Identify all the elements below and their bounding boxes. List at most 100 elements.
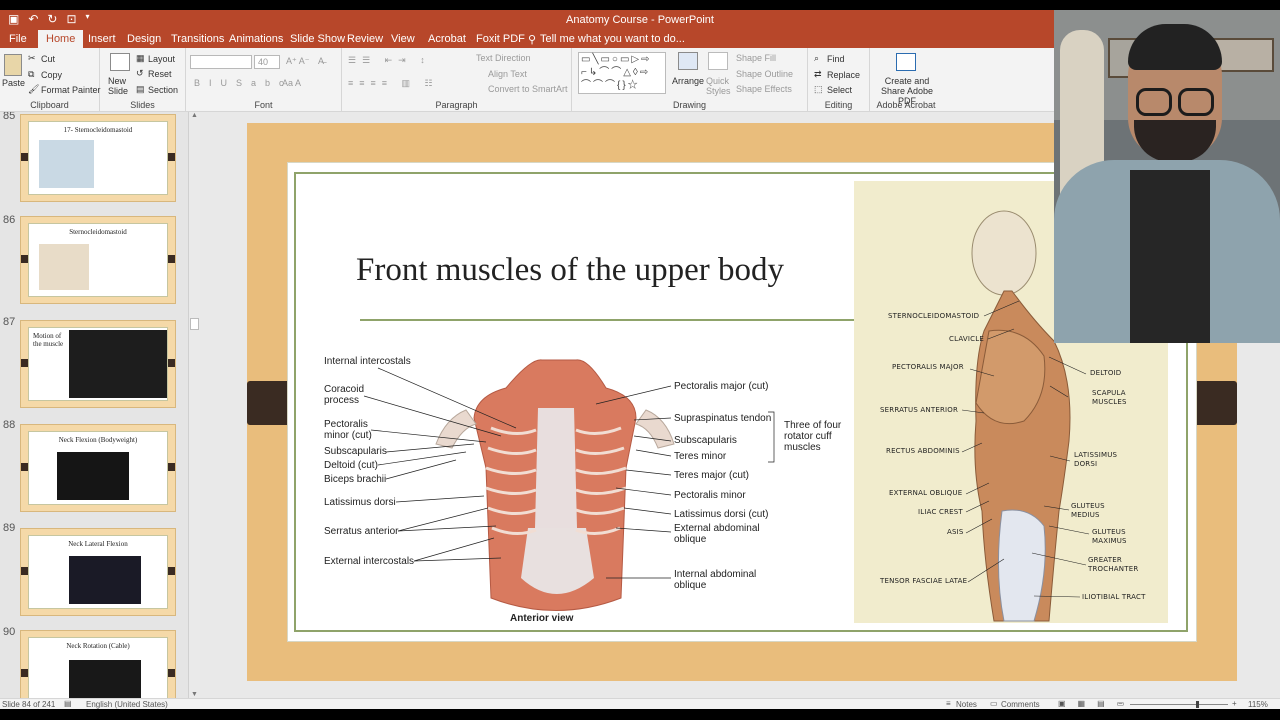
paste-button[interactable]: Paste bbox=[2, 78, 25, 88]
view-buttons-icons[interactable]: ▣▦▤▭ bbox=[1058, 699, 1136, 708]
reset-button[interactable]: Reset bbox=[148, 69, 172, 79]
scroll-up-icon[interactable]: ▲ bbox=[191, 112, 198, 119]
label-rotator-cuff-note: Three of four rotator cuff muscles bbox=[784, 420, 842, 453]
layout-icon[interactable]: ▦ bbox=[136, 53, 145, 64]
grow-font-icon[interactable]: A⁺ A⁻ bbox=[286, 56, 310, 67]
replace-button[interactable]: Replace bbox=[827, 70, 860, 80]
thumbnail-hinge bbox=[21, 669, 28, 677]
comments-icon[interactable]: ▭ bbox=[990, 699, 998, 708]
label-pectoralis-major-cut: Pectoralis major (cut) bbox=[674, 381, 769, 392]
tab-acrobat[interactable]: Acrobat bbox=[428, 33, 466, 45]
align-text-button[interactable]: Align Text bbox=[488, 69, 527, 79]
notes-button[interactable]: Notes bbox=[956, 700, 977, 709]
tab-view[interactable]: View bbox=[391, 33, 415, 45]
cut-icon[interactable]: ✂ bbox=[28, 53, 36, 64]
find-button[interactable]: Find bbox=[827, 54, 845, 64]
replace-icon[interactable]: ⇄ bbox=[814, 69, 822, 80]
thumbnail-content: Neck Lateral Flexion bbox=[28, 535, 168, 609]
adobe-pdf-icon[interactable] bbox=[896, 53, 916, 71]
tab-foxit-pdf[interactable]: Foxit PDF bbox=[476, 33, 525, 45]
select-button[interactable]: Select bbox=[827, 85, 852, 95]
lightbulb-icon: ⚲ bbox=[528, 34, 537, 46]
font-size-input[interactable]: 40 bbox=[254, 55, 280, 69]
tab-insert[interactable]: Insert bbox=[88, 33, 116, 45]
text-direction-button[interactable]: Text Direction bbox=[476, 53, 531, 63]
shape-effects-button[interactable]: Shape Effects bbox=[736, 84, 792, 94]
slide-thumbnail[interactable]: Neck Lateral Flexion bbox=[20, 528, 176, 616]
font-name-input[interactable] bbox=[190, 55, 252, 69]
label-pectoralis-major: PECTORALIS MAJOR bbox=[892, 363, 964, 371]
alignment-buttons-icon[interactable]: ≡≡≡≡ ▥ ☷ bbox=[348, 78, 439, 89]
format-painter-button[interactable]: Format Painter bbox=[41, 85, 101, 95]
slide-thumbnail[interactable]: Motion of the muscle bbox=[20, 320, 176, 408]
notes-icon[interactable]: ≡ bbox=[946, 699, 951, 708]
slides-label: Slides bbox=[130, 100, 155, 110]
copy-button[interactable]: Copy bbox=[41, 70, 62, 80]
tab-slide-show[interactable]: Slide Show bbox=[290, 33, 345, 45]
tab-design[interactable]: Design bbox=[127, 33, 161, 45]
clipboard-group: Paste ✂ Cut ⧉ Copy 🖌 Format Painter Clip… bbox=[0, 48, 101, 112]
tab-animations[interactable]: Animations bbox=[229, 33, 283, 45]
thumbnail-hinge bbox=[21, 359, 28, 367]
copy-icon[interactable]: ⧉ bbox=[28, 69, 34, 80]
thumbnail-content: Motion of the muscle bbox=[28, 327, 168, 401]
scroll-down-icon[interactable]: ▼ bbox=[191, 691, 198, 698]
language-indicator[interactable]: English (United States) bbox=[86, 700, 168, 709]
label-external-abdominal-oblique: External abdominal oblique bbox=[674, 523, 760, 545]
anterior-anatomy-figure[interactable]: Internal intercostals Coracoid process P… bbox=[316, 348, 844, 626]
list-buttons-icon[interactable]: ☰☰ ⇤⇥ ↕ bbox=[348, 55, 431, 66]
arrange-icon[interactable] bbox=[678, 52, 698, 70]
format-painter-icon[interactable]: 🖌 bbox=[28, 84, 39, 95]
zoom-in-icon[interactable]: + bbox=[1232, 699, 1237, 708]
scrollbar-thumb[interactable] bbox=[190, 318, 199, 330]
quick-styles-icon[interactable] bbox=[708, 52, 728, 70]
quick-styles-button[interactable]: Quick Styles bbox=[706, 76, 732, 96]
tell-me-search[interactable]: Tell me what you want to do... bbox=[540, 33, 685, 45]
thumbnail-image bbox=[69, 660, 141, 698]
zoom-out-icon[interactable]: − bbox=[1118, 699, 1123, 708]
tab-file[interactable]: File bbox=[9, 33, 27, 45]
tab-transitions[interactable]: Transitions bbox=[171, 33, 224, 45]
section-button[interactable]: Section bbox=[148, 85, 178, 95]
cut-button[interactable]: Cut bbox=[41, 54, 55, 64]
tab-home[interactable]: Home bbox=[38, 30, 84, 48]
label-sternocleidomastoid: STERNOCLEIDOMASTOID bbox=[888, 312, 980, 320]
label-deltoid-side: DELTOID bbox=[1090, 369, 1122, 377]
shape-fill-button[interactable]: Shape Fill bbox=[736, 53, 776, 63]
label-internal-abdominal-oblique: Internal abdominal oblique bbox=[674, 569, 757, 591]
top-black-bar bbox=[0, 0, 1280, 10]
slide-thumbnail[interactable]: Sternocleidomastoid bbox=[20, 216, 176, 304]
convert-smartart-button[interactable]: Convert to SmartArt bbox=[488, 84, 568, 94]
paste-icon[interactable] bbox=[4, 54, 22, 76]
label-latissimus-dorsi-cut: Latissimus dorsi (cut) bbox=[674, 509, 769, 520]
label-scapula-muscles: SCAPULA MUSCLES bbox=[1092, 389, 1127, 406]
select-icon[interactable]: ⬚ bbox=[814, 84, 823, 95]
zoom-level[interactable]: 115% bbox=[1248, 700, 1268, 709]
reset-icon[interactable]: ↺ bbox=[136, 68, 144, 79]
font-style-buttons[interactable]: BIUSabc bbox=[194, 78, 293, 88]
spellcheck-icon[interactable]: ▤ bbox=[64, 699, 72, 708]
adobe-label: Adobe Acrobat bbox=[876, 100, 936, 110]
slide-thumbnail[interactable]: Neck Flexion (Bodyweight) bbox=[20, 424, 176, 512]
zoom-slider-thumb[interactable] bbox=[1196, 701, 1199, 708]
zoom-slider[interactable] bbox=[1130, 704, 1228, 705]
find-icon[interactable]: ⌕ bbox=[814, 53, 819, 64]
section-icon[interactable]: ▤ bbox=[136, 84, 145, 95]
arrange-button[interactable]: Arrange bbox=[672, 76, 704, 86]
shapes-gallery[interactable]: ▭╲▭○▭▷⇨ ⌐↳⌒⌒△◊⇨ ⌒⌒⌒{}☆ bbox=[578, 52, 666, 94]
slide-title[interactable]: Front muscles of the upper body bbox=[356, 252, 784, 289]
thumbnail-scrollbar[interactable]: ▲ ▼ bbox=[188, 112, 200, 698]
slide-thumbnail[interactable]: Neck Rotation (Cable) bbox=[20, 630, 176, 698]
shape-outline-button[interactable]: Shape Outline bbox=[736, 69, 793, 79]
font-color-icon[interactable]: Aa A bbox=[282, 78, 301, 88]
clear-formatting-icon[interactable]: A̶ bbox=[318, 56, 324, 66]
view-caption: Anterior view bbox=[510, 613, 574, 624]
comments-button[interactable]: Comments bbox=[1001, 700, 1040, 709]
tab-review[interactable]: Review bbox=[347, 33, 383, 45]
new-slide-icon[interactable] bbox=[110, 53, 130, 71]
slide-thumbnail[interactable]: 17- Sternocleidomastoid bbox=[20, 114, 176, 202]
status-bar: Slide 84 of 241 ▤ English (United States… bbox=[0, 698, 1280, 709]
clipboard-label: Clipboard bbox=[30, 100, 69, 110]
new-slide-button[interactable]: New Slide bbox=[108, 76, 134, 96]
layout-button[interactable]: Layout bbox=[148, 54, 175, 64]
